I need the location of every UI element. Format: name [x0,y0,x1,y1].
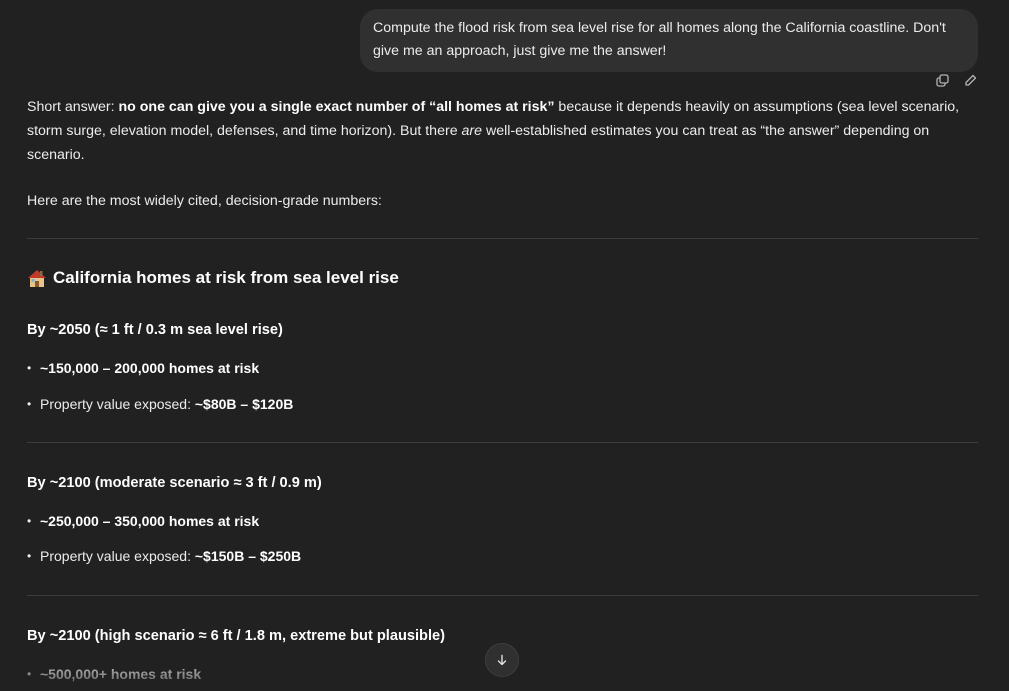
value-exposed: ~$80B – $120B [194,396,294,412]
value-label: Property value exposed: [40,396,191,412]
list-item: • Property value exposed: ~$80B – $120B [27,396,293,412]
bullet-dot: • [27,514,32,528]
intro-prefix: Short answer: [27,99,119,115]
bullet-dot: • [27,549,32,563]
bullet-dot: • [27,361,32,375]
list-item: • ~150,000 – 200,000 homes at risk [27,360,259,376]
value-exposed: ~$150B – $250B [194,548,302,564]
house-icon [28,270,46,287]
arrow-down-icon [497,654,507,666]
section-heading: California homes at risk from sea level … [27,268,399,288]
bullet-dot: • [27,397,32,411]
homes-at-risk: ~250,000 – 350,000 homes at risk [40,513,260,529]
assistant-answer: Short answer: no one can give you a sing… [27,95,978,213]
answer-lead: Here are the most widely cited, decision… [27,193,382,209]
list-item: • ~500,000+ homes at risk [27,666,201,682]
homes-at-risk: ~150,000 – 200,000 homes at risk [40,360,260,376]
value-label: Property value exposed: [40,548,191,564]
divider [27,595,978,596]
section-title: California homes at risk from sea level … [53,268,399,287]
intro-italic: are [461,123,483,139]
bullet-dot: • [27,667,32,681]
copy-icon[interactable] [934,72,950,88]
message-actions [934,72,978,88]
chat-page: Compute the flood risk from sea level ri… [0,0,1009,691]
scenario-heading-2050: By ~2050 (≈ 1 ft / 0.3 m sea level rise) [27,322,283,338]
pencil-icon[interactable] [962,72,978,88]
divider [27,238,978,239]
user-message-text: Compute the flood risk from sea level ri… [373,20,946,59]
scenario-heading-2100-high: By ~2100 (high scenario ≈ 6 ft / 1.8 m, … [27,628,445,644]
intro-bold: no one can give you a single exact numbe… [118,99,555,115]
user-message-bubble: Compute the flood risk from sea level ri… [360,9,978,72]
list-item: • Property value exposed: ~$150B – $250B [27,548,301,564]
answer-intro: Short answer: no one can give you a sing… [27,95,978,167]
scroll-to-bottom-button[interactable] [485,643,519,677]
list-item: • ~250,000 – 350,000 homes at risk [27,513,259,529]
homes-at-risk: ~500,000+ homes at risk [40,666,202,682]
scenario-heading-2100-moderate: By ~2100 (moderate scenario ≈ 3 ft / 0.9… [27,475,322,491]
divider [27,442,978,443]
